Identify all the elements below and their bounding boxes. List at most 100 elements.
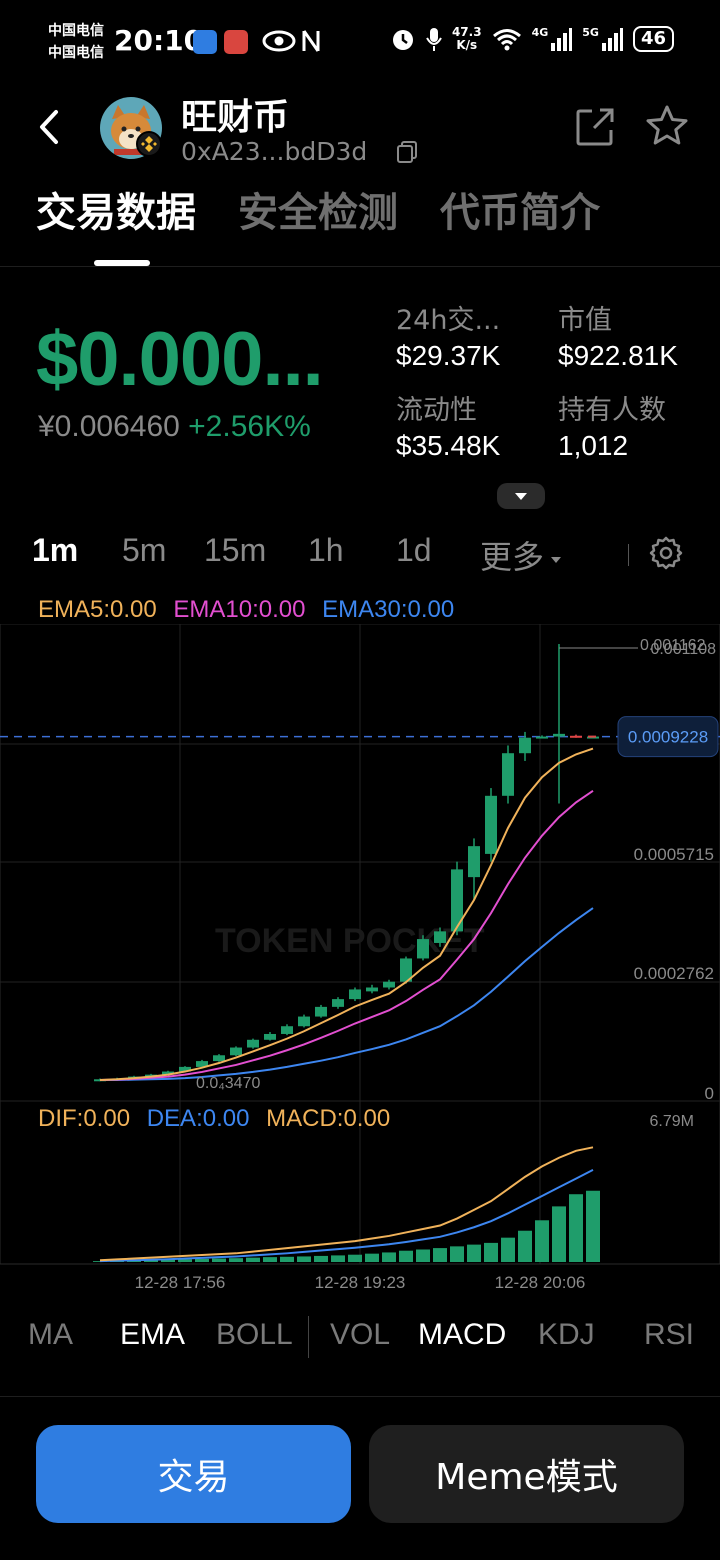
current-price-label: 0.0009228 bbox=[628, 728, 708, 747]
ema5-value: EMA5:0.00 bbox=[38, 596, 157, 623]
volume-bar bbox=[348, 1254, 362, 1262]
interval-selector: 1m 5m 15m 1h 1d 更多 bbox=[0, 532, 720, 580]
interval-5m[interactable]: 5m bbox=[122, 532, 166, 569]
signal-icon bbox=[551, 28, 573, 51]
holders-value: 1,012 bbox=[558, 430, 629, 461]
caret-down-icon bbox=[551, 556, 562, 563]
candle-body bbox=[519, 737, 531, 754]
divider bbox=[0, 266, 720, 267]
chart-settings-gear-icon[interactable] bbox=[648, 535, 684, 571]
battery-indicator: 46 bbox=[632, 26, 674, 52]
meme-mode-button[interactable]: Meme模式 bbox=[369, 1425, 684, 1523]
candle-body bbox=[213, 1055, 225, 1062]
x-tick-label: 12-28 19:23 bbox=[315, 1273, 406, 1292]
volume-bar bbox=[552, 1206, 566, 1262]
price-chart[interactable]: TOKEN POCKET 0.0011620.0011080.00057150.… bbox=[0, 624, 720, 1300]
volume-bar bbox=[365, 1253, 379, 1262]
volume-bar bbox=[229, 1258, 243, 1262]
app-notification-icon bbox=[193, 30, 217, 54]
macd-panel bbox=[93, 1146, 600, 1263]
volume-bar bbox=[518, 1230, 532, 1262]
candle-body bbox=[383, 981, 395, 988]
carrier-2: 中国电信 bbox=[48, 45, 104, 61]
divider bbox=[0, 1396, 720, 1397]
token-address: 0xA23...bdD3d bbox=[181, 137, 368, 166]
volume-bar bbox=[467, 1244, 481, 1262]
favorite-star-icon[interactable] bbox=[644, 103, 690, 149]
ema5-line bbox=[99, 747, 594, 1082]
tab-security-check[interactable]: 安全检测 bbox=[238, 180, 398, 238]
macd-legend: DIF:0.00 DEA:0.00 MACD:0.00 bbox=[38, 1105, 390, 1133]
candle-body bbox=[264, 1033, 276, 1040]
signal-icon bbox=[601, 28, 623, 51]
indicator-tabs: MA EMA BOLL VOL MACD KDJ RSI bbox=[0, 1318, 720, 1362]
price-sub: ¥0.006460 +2.56K% bbox=[38, 410, 311, 444]
candle-body bbox=[281, 1026, 293, 1034]
status-bar: 中国电信 中国电信 20:10 47.3 K/s 4G 5G 46 bbox=[0, 0, 720, 84]
nfc-icon bbox=[302, 30, 320, 52]
candle-body bbox=[468, 846, 480, 878]
volume-value: $29.37K bbox=[396, 340, 501, 371]
ema-legend: EMA5:0.00 EMA10:0.00 EMA30:0.00 bbox=[38, 596, 454, 624]
price-change: +2.56K% bbox=[188, 410, 311, 443]
trade-button[interactable]: 交易 bbox=[36, 1425, 351, 1523]
liquidity-label: 流动性 bbox=[396, 395, 477, 426]
divider bbox=[628, 544, 629, 566]
candle-body bbox=[570, 735, 582, 738]
volume-bar bbox=[246, 1257, 260, 1262]
indicator-ema[interactable]: EMA bbox=[120, 1318, 185, 1352]
volume-bar bbox=[212, 1258, 226, 1262]
interval-1h[interactable]: 1h bbox=[308, 532, 344, 569]
volume-bar bbox=[382, 1252, 396, 1262]
interval-more[interactable]: 更多 bbox=[480, 532, 564, 578]
alarm-icon bbox=[392, 30, 413, 50]
indicator-macd[interactable]: MACD bbox=[418, 1318, 506, 1352]
candle-body bbox=[553, 733, 565, 737]
market-cap-label: 市值 bbox=[558, 305, 612, 336]
volume-bar bbox=[586, 1190, 600, 1262]
net-type-4g: 4G bbox=[531, 26, 549, 39]
back-chevron-icon[interactable] bbox=[30, 102, 70, 152]
volume-bar bbox=[280, 1256, 294, 1262]
tab-token-intro[interactable]: 代币简介 bbox=[440, 180, 600, 238]
indicator-boll[interactable]: BOLL bbox=[216, 1318, 293, 1352]
copy-icon[interactable] bbox=[396, 140, 418, 164]
macd-value: MACD:0.00 bbox=[266, 1105, 391, 1132]
volume-bar bbox=[297, 1256, 311, 1262]
tab-trade-data[interactable]: 交易数据 bbox=[36, 180, 196, 238]
share-icon[interactable] bbox=[574, 106, 616, 148]
token-name: 旺财币 bbox=[181, 97, 290, 138]
candle-body bbox=[417, 939, 429, 959]
indicator-rsi[interactable]: RSI bbox=[644, 1318, 694, 1352]
carrier-1: 中国电信 bbox=[48, 23, 104, 39]
candle-body bbox=[536, 736, 548, 739]
candle-body bbox=[230, 1047, 242, 1056]
ema10-value: EMA10:0.00 bbox=[173, 596, 306, 623]
volume-bar bbox=[501, 1237, 515, 1262]
price-usd: $0.000... bbox=[36, 317, 324, 402]
y-tick-label: 0 bbox=[705, 1084, 714, 1103]
y-tick-label: 0.0002762 bbox=[634, 964, 714, 983]
interval-1m[interactable]: 1m bbox=[32, 532, 78, 569]
dea-value: DEA:0.00 bbox=[146, 1105, 250, 1132]
indicator-ma[interactable]: MA bbox=[28, 1318, 73, 1352]
candle-body bbox=[485, 795, 497, 854]
candle-body bbox=[332, 999, 344, 1007]
interval-15m[interactable]: 15m bbox=[204, 532, 266, 569]
status-icons: 47.3 K/s 4G 5G 46 bbox=[390, 26, 674, 52]
interval-1d[interactable]: 1d bbox=[396, 532, 432, 569]
wifi-icon bbox=[492, 29, 521, 51]
y-tick-label: 0.001108 bbox=[650, 641, 716, 658]
candles bbox=[94, 644, 599, 1082]
price-cny: ¥0.006460 bbox=[38, 410, 180, 443]
volume-bar bbox=[433, 1248, 447, 1262]
ema30-value: EMA30:0.00 bbox=[322, 596, 455, 623]
low-price-label: 0.0₄3470 bbox=[196, 1075, 260, 1092]
candle-body bbox=[434, 931, 446, 943]
indicator-kdj[interactable]: KDJ bbox=[538, 1318, 595, 1352]
x-tick-label: 12-28 17:56 bbox=[135, 1273, 226, 1292]
indicator-vol[interactable]: VOL bbox=[330, 1318, 390, 1352]
net-type-5g: 5G bbox=[582, 26, 599, 39]
expand-stats-button[interactable] bbox=[497, 483, 545, 509]
divider bbox=[308, 1316, 309, 1358]
